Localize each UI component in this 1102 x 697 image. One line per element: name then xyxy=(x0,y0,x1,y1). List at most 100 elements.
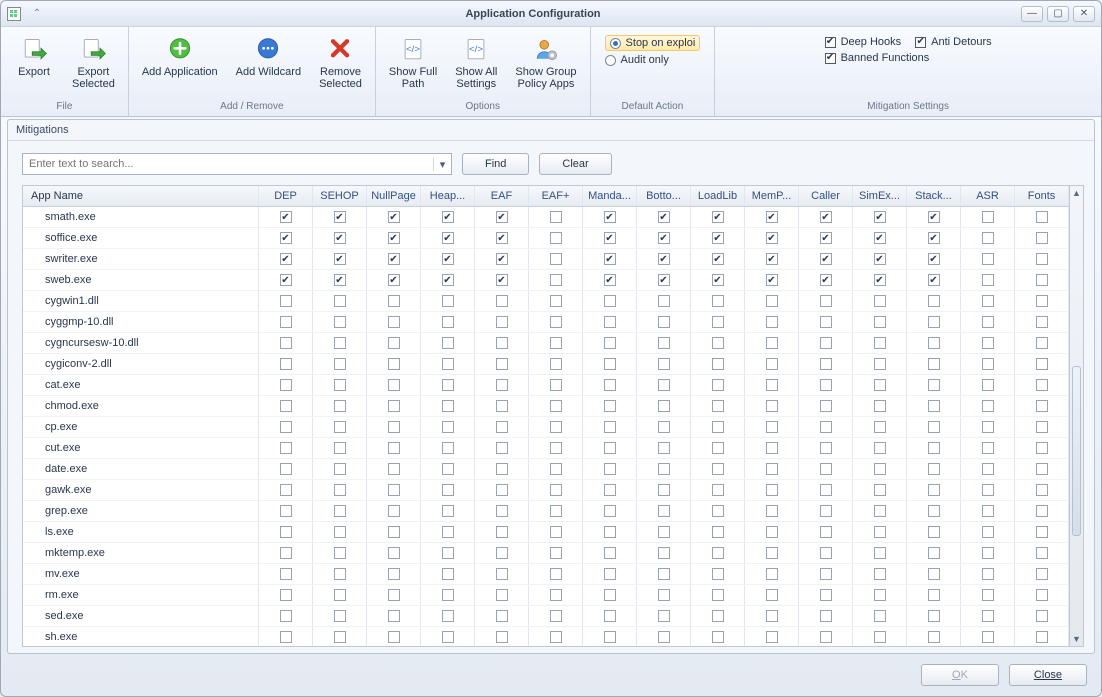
mitigation-cell[interactable] xyxy=(907,333,961,353)
mitigation-cell[interactable] xyxy=(691,501,745,521)
mitigation-cell[interactable] xyxy=(961,354,1015,374)
mitigation-cell[interactable] xyxy=(259,480,313,500)
mitigation-cell[interactable] xyxy=(313,501,367,521)
show-full-path-button[interactable]: </> Show FullPath xyxy=(382,31,444,95)
mitigation-cell[interactable] xyxy=(259,312,313,332)
mitigation-cell[interactable] xyxy=(799,270,853,290)
search-dropdown-icon[interactable]: ▾ xyxy=(433,158,451,171)
mitigation-cell[interactable] xyxy=(907,585,961,605)
mitigation-cell[interactable] xyxy=(907,459,961,479)
mitigation-cell[interactable] xyxy=(637,543,691,563)
mitigation-cell[interactable] xyxy=(367,333,421,353)
mitigation-cell[interactable] xyxy=(529,501,583,521)
mitigation-cell[interactable] xyxy=(475,291,529,311)
mitigation-cell[interactable] xyxy=(1015,207,1069,227)
mitigation-cell[interactable] xyxy=(691,606,745,626)
mitigation-cell[interactable] xyxy=(853,333,907,353)
mitigation-cell[interactable] xyxy=(637,522,691,542)
mitigation-cell[interactable] xyxy=(853,228,907,248)
mitigation-cell[interactable] xyxy=(745,627,799,646)
mitigation-cell[interactable] xyxy=(853,501,907,521)
mitigation-cell[interactable] xyxy=(745,333,799,353)
mitigation-cell[interactable] xyxy=(637,459,691,479)
mitigation-cell[interactable] xyxy=(799,606,853,626)
mitigation-cell[interactable] xyxy=(853,564,907,584)
mitigation-cell[interactable] xyxy=(799,291,853,311)
mitigation-cell[interactable] xyxy=(313,312,367,332)
scroll-up-icon[interactable]: ▲ xyxy=(1070,186,1083,200)
mitigation-cell[interactable] xyxy=(529,459,583,479)
mitigation-cell[interactable] xyxy=(421,375,475,395)
clear-button[interactable]: Clear xyxy=(539,153,611,175)
mitigation-cell[interactable] xyxy=(421,417,475,437)
mitigation-cell[interactable] xyxy=(1015,438,1069,458)
mitigation-cell[interactable] xyxy=(745,501,799,521)
mitigation-cell[interactable] xyxy=(961,627,1015,646)
mitigation-cell[interactable] xyxy=(1015,354,1069,374)
mitigation-cell[interactable] xyxy=(583,291,637,311)
mitigation-cell[interactable] xyxy=(583,249,637,269)
mitigation-cell[interactable] xyxy=(259,417,313,437)
mitigation-cell[interactable] xyxy=(259,585,313,605)
mitigation-cell[interactable] xyxy=(961,396,1015,416)
mitigation-cell[interactable] xyxy=(583,585,637,605)
mitigation-cell[interactable] xyxy=(529,207,583,227)
mitigation-cell[interactable] xyxy=(367,438,421,458)
mitigation-cell[interactable] xyxy=(313,396,367,416)
export-button[interactable]: Export xyxy=(7,31,61,83)
mitigation-cell[interactable] xyxy=(583,270,637,290)
mitigation-cell[interactable] xyxy=(691,354,745,374)
table-row[interactable]: grep.exe xyxy=(23,501,1069,522)
mitigation-cell[interactable] xyxy=(421,480,475,500)
mitigation-cell[interactable] xyxy=(637,207,691,227)
mitigation-cell[interactable] xyxy=(907,207,961,227)
mitigation-cell[interactable] xyxy=(961,522,1015,542)
table-row[interactable]: smath.exe xyxy=(23,207,1069,228)
mitigation-cell[interactable] xyxy=(799,543,853,563)
maximize-button[interactable]: ▢ xyxy=(1047,6,1069,22)
mitigation-cell[interactable] xyxy=(313,354,367,374)
mitigation-cell[interactable] xyxy=(961,480,1015,500)
mitigation-cell[interactable] xyxy=(421,312,475,332)
mitigation-cell[interactable] xyxy=(799,354,853,374)
scroll-thumb[interactable] xyxy=(1072,366,1081,536)
mitigation-cell[interactable] xyxy=(313,417,367,437)
mitigation-cell[interactable] xyxy=(529,333,583,353)
mitigation-cell[interactable] xyxy=(691,312,745,332)
mitigation-cell[interactable] xyxy=(367,228,421,248)
mitigation-cell[interactable] xyxy=(367,564,421,584)
mitigation-cell[interactable] xyxy=(961,459,1015,479)
mitigation-cell[interactable] xyxy=(529,228,583,248)
mitigation-cell[interactable] xyxy=(907,627,961,646)
mitigation-cell[interactable] xyxy=(259,459,313,479)
mitigation-cell[interactable] xyxy=(529,375,583,395)
mitigation-cell[interactable] xyxy=(745,417,799,437)
column-header[interactable]: SEHOP xyxy=(313,186,367,206)
mitigation-cell[interactable] xyxy=(421,438,475,458)
mitigation-cell[interactable] xyxy=(637,312,691,332)
mitigation-cell[interactable] xyxy=(691,585,745,605)
mitigation-cell[interactable] xyxy=(475,228,529,248)
mitigation-cell[interactable] xyxy=(637,291,691,311)
mitigation-cell[interactable] xyxy=(691,228,745,248)
mitigation-cell[interactable] xyxy=(799,375,853,395)
mitigation-cell[interactable] xyxy=(259,270,313,290)
mitigation-cell[interactable] xyxy=(961,228,1015,248)
mitigation-cell[interactable] xyxy=(961,333,1015,353)
mitigation-cell[interactable] xyxy=(799,207,853,227)
mitigation-cell[interactable] xyxy=(637,627,691,646)
mitigation-cell[interactable] xyxy=(745,459,799,479)
mitigation-cell[interactable] xyxy=(475,354,529,374)
anti-detours-checkbox[interactable]: Anti Detours xyxy=(915,35,992,49)
mitigation-cell[interactable] xyxy=(259,501,313,521)
mitigation-cell[interactable] xyxy=(691,270,745,290)
mitigation-cell[interactable] xyxy=(529,585,583,605)
stop-on-exploit-radio[interactable]: Stop on exploi xyxy=(605,35,701,51)
mitigation-cell[interactable] xyxy=(637,417,691,437)
mitigation-cell[interactable] xyxy=(853,480,907,500)
mitigation-cell[interactable] xyxy=(691,417,745,437)
mitigation-cell[interactable] xyxy=(907,270,961,290)
mitigation-cell[interactable] xyxy=(853,291,907,311)
mitigation-cell[interactable] xyxy=(475,501,529,521)
mitigation-cell[interactable] xyxy=(637,396,691,416)
